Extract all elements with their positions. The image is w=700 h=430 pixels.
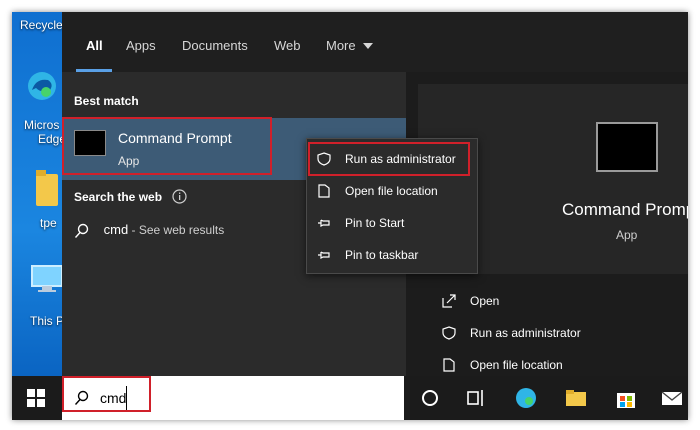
edge-label: Micros <box>24 118 60 132</box>
tab-documents[interactable]: Documents <box>182 38 248 53</box>
folder-open-icon <box>318 184 330 198</box>
action-run-as-admin[interactable]: Run as administrator <box>442 326 581 340</box>
folder-label: tpe <box>40 216 57 230</box>
action-open-label: Open <box>470 294 500 308</box>
tab-bar: All Apps Documents Web More <box>62 12 688 72</box>
mail-icon[interactable] <box>660 386 684 410</box>
task-view-icon[interactable] <box>464 386 488 410</box>
action-open-file-location[interactable]: Open file location <box>442 358 563 372</box>
action-run-as-admin-label: Run as administrator <box>470 326 581 340</box>
search-web-heading: Search the web <box>74 190 163 204</box>
best-match-heading: Best match <box>74 94 139 108</box>
this-pc-icon[interactable] <box>30 264 64 294</box>
windows-start-icon[interactable] <box>26 388 50 412</box>
open-icon <box>442 294 456 308</box>
menu-item-pin-to-taskbar[interactable]: Pin to taskbar <box>307 239 477 271</box>
tab-all[interactable]: All <box>86 38 103 53</box>
highlight-box-run-as-admin <box>308 142 470 176</box>
screenshot-frame: Recycle Micros Edge tpe This P All Apps … <box>12 12 688 420</box>
tab-more[interactable]: More <box>326 38 374 53</box>
menu-item-open-file-location[interactable]: Open file location <box>307 175 477 207</box>
shield-icon <box>442 326 456 340</box>
menu-item-pin-to-start[interactable]: Pin to Start <box>307 207 477 239</box>
folder-open-icon <box>443 358 455 372</box>
search-panel: All Apps Documents Web More Best match C… <box>62 12 688 376</box>
this-pc-label: This P <box>30 314 65 328</box>
tab-web[interactable]: Web <box>274 38 301 53</box>
tab-more-label: More <box>326 38 356 53</box>
taskbar: cmd <box>12 376 688 420</box>
menu-item-label: Pin to Start <box>345 216 405 230</box>
web-suffix: - See web results <box>128 223 225 237</box>
highlight-box-search <box>62 376 151 412</box>
preview-title: Command Prompt <box>562 200 688 219</box>
info-icon[interactable] <box>172 189 187 204</box>
web-search-result[interactable]: cmd - See web results <box>74 222 224 239</box>
chevron-down-icon <box>363 43 374 49</box>
menu-item-label: Pin to taskbar <box>345 248 419 262</box>
pin-icon <box>318 251 330 259</box>
folder-icon[interactable] <box>34 168 60 208</box>
pin-icon <box>318 219 330 227</box>
context-menu: Run as administrator Open file location … <box>306 138 478 274</box>
action-open-file-location-label: Open file location <box>470 358 563 372</box>
command-prompt-preview-icon <box>596 122 658 172</box>
edge-icon[interactable] <box>26 70 58 102</box>
search-icon <box>74 223 89 238</box>
store-icon[interactable] <box>614 386 638 410</box>
tab-apps[interactable]: Apps <box>126 38 156 53</box>
recycle-bin-label: Recycle <box>20 18 63 32</box>
cortana-icon[interactable] <box>418 386 442 410</box>
highlight-box-best-match <box>62 117 272 175</box>
file-explorer-icon[interactable] <box>564 386 588 410</box>
web-query: cmd <box>103 222 129 237</box>
preview-subtitle: App <box>616 228 638 242</box>
action-open[interactable]: Open <box>442 294 499 308</box>
menu-item-label: Open file location <box>345 184 438 198</box>
edge-taskbar-icon[interactable] <box>514 386 538 410</box>
